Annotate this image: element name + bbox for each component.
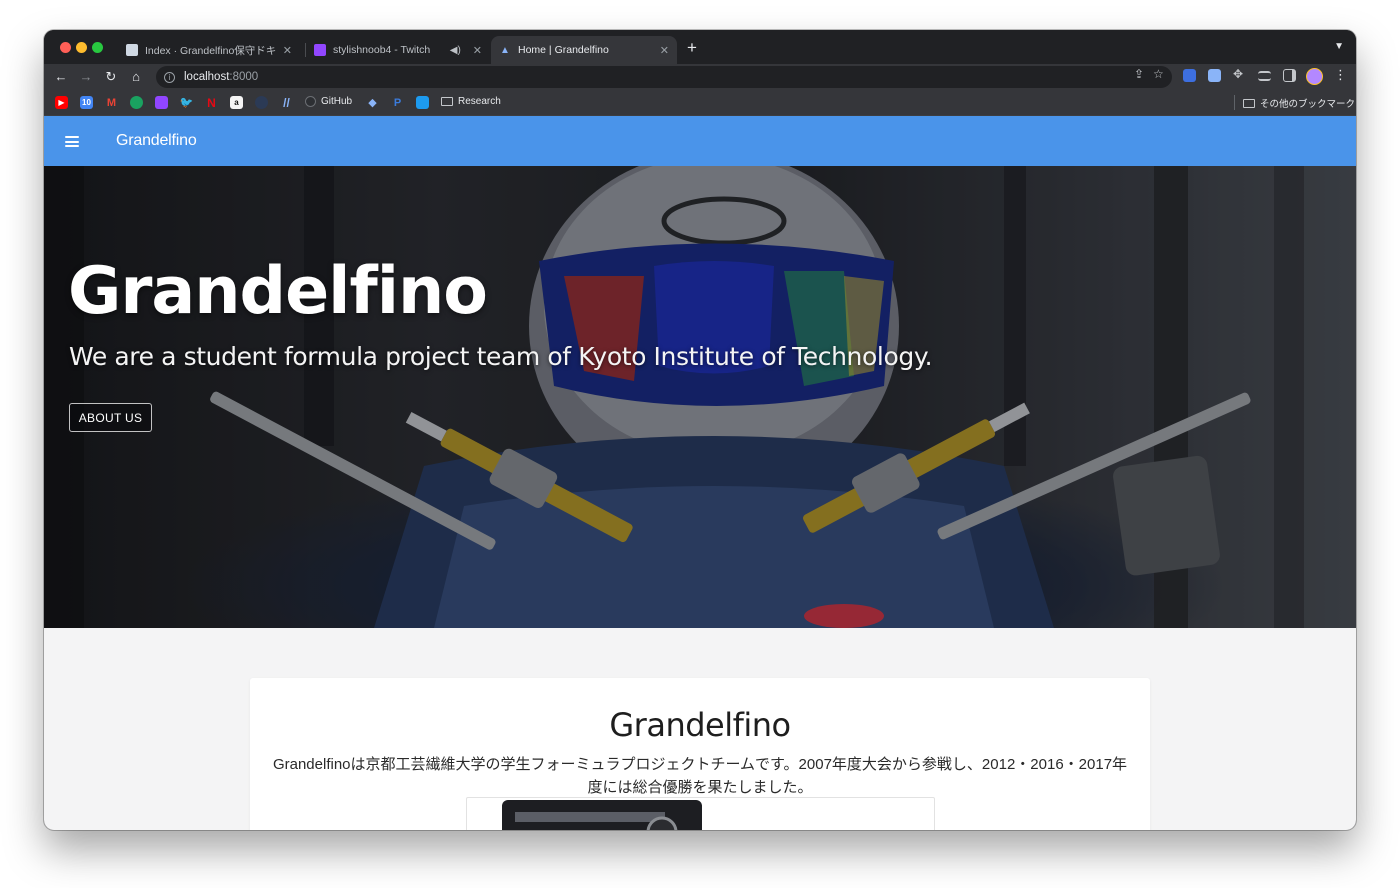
- slash-app-icon[interactable]: //: [280, 96, 293, 110]
- tab-title: stylishnoob4 - Twitch: [333, 44, 431, 56]
- triangle-icon: ▲: [500, 44, 510, 56]
- extension-shield-icon[interactable]: [1183, 69, 1196, 82]
- close-tab-icon[interactable]: ✕: [473, 44, 482, 57]
- netflix-icon[interactable]: N: [205, 96, 218, 110]
- maximize-window-button[interactable]: [92, 42, 103, 53]
- about-us-button[interactable]: ABOUT US: [69, 403, 152, 432]
- profile-avatar[interactable]: [1306, 68, 1323, 85]
- address-bar[interactable]: i localhost:8000 ⇪ ☆: [156, 66, 1172, 88]
- github-icon: [305, 96, 316, 107]
- book-icon: [126, 44, 138, 56]
- share-icon[interactable]: ⇪: [1134, 67, 1144, 81]
- bookmark-research-folder[interactable]: Research: [441, 96, 501, 107]
- tab-twitch[interactable]: stylishnoob4 - Twitch ◀︎) ✕: [306, 36, 490, 64]
- other-bookmarks-label: その他のブックマーク: [1260, 99, 1356, 110]
- hero-title: Grandelfino: [68, 254, 488, 329]
- extension-doc-icon[interactable]: [1208, 69, 1221, 82]
- bookmark-app-icon[interactable]: [255, 96, 268, 109]
- back-icon[interactable]: ←: [52, 68, 70, 86]
- intro-body: Grandelfinoは京都工芸繊維大学の学生フォーミュラプロジェクトチームです…: [272, 756, 1128, 796]
- media-queue-icon[interactable]: [1258, 71, 1271, 81]
- chevron-down-icon[interactable]: ▼: [1334, 41, 1344, 52]
- hero-section: Grandelfino We are a student formula pro…: [44, 166, 1356, 628]
- hero-background-image: [44, 166, 1356, 628]
- gmail-icon[interactable]: M: [105, 96, 118, 109]
- app-bar: Grandelfino: [44, 116, 1356, 166]
- url-host: localhost: [184, 71, 230, 83]
- tab-strip: Index · Grandelfino保守ドキュメ ✕ stylishnoob4…: [44, 30, 1356, 64]
- star-icon[interactable]: ☆: [1153, 67, 1164, 81]
- close-tab-icon[interactable]: ✕: [283, 44, 292, 57]
- close-window-button[interactable]: [60, 42, 71, 53]
- site-info-icon[interactable]: i: [164, 71, 175, 83]
- home-icon[interactable]: ⌂: [127, 68, 145, 86]
- tab-title: Home | Grandelfino: [518, 44, 609, 56]
- amazon-icon[interactable]: a: [230, 96, 243, 109]
- close-tab-icon[interactable]: ✕: [660, 44, 669, 57]
- reload-icon[interactable]: ↻: [102, 68, 120, 86]
- browser-window: Index · Grandelfino保守ドキュメ ✕ stylishnoob4…: [44, 30, 1356, 830]
- calendar-icon[interactable]: 10: [80, 96, 93, 109]
- intro-card: Grandelfino Grandelfinoは京都工芸繊維大学の学生フォーミュ…: [250, 678, 1150, 830]
- url-port: :8000: [229, 71, 259, 83]
- bookmark-github[interactable]: GitHub: [305, 96, 352, 107]
- browser-toolbar: ← → ↻ ⌂ i localhost:8000 ⇪ ☆ ✥ ⋮: [44, 64, 1356, 90]
- twitch-icon: [314, 44, 326, 56]
- car-photo: [502, 800, 702, 830]
- twitter-icon[interactable]: 🐦: [180, 96, 194, 109]
- youtube-icon[interactable]: ▶: [55, 96, 68, 109]
- bookmark-label: GitHub: [321, 96, 353, 107]
- side-panel-icon[interactable]: [1283, 69, 1296, 82]
- puzzle-icon[interactable]: ✥: [1233, 67, 1246, 81]
- folder-icon: [441, 97, 453, 106]
- bookmarks-bar: ▶ 10 M 🐦 N a // GitHub ◆ P Research その他の…: [44, 90, 1356, 116]
- twitch-icon[interactable]: [155, 96, 168, 109]
- folder-icon: [1243, 98, 1255, 108]
- hamburger-menu-icon[interactable]: [65, 136, 79, 147]
- tab-home-grandelfino[interactable]: ▲ Home | Grandelfino ✕: [491, 36, 677, 64]
- diamond-app-icon[interactable]: ◆: [366, 96, 379, 109]
- tab-title: Index · Grandelfino保守ドキュメ: [145, 44, 277, 57]
- paypal-icon[interactable]: P: [391, 96, 404, 109]
- hangouts-icon[interactable]: [130, 96, 143, 109]
- hero-subtitle: We are a student formula project team of…: [69, 342, 933, 371]
- tab-grandelfino-docs[interactable]: Index · Grandelfino保守ドキュメ ✕: [118, 36, 300, 64]
- intro-title: Grandelfino: [609, 706, 791, 744]
- new-tab-button[interactable]: +: [687, 39, 697, 56]
- other-bookmarks-folder[interactable]: その他のブックマーク: [1243, 96, 1355, 110]
- bookmarks-divider: [1234, 95, 1235, 110]
- bookmark-label: Research: [458, 96, 501, 107]
- forward-icon[interactable]: →: [77, 68, 95, 86]
- speaker-icon[interactable]: ◀︎): [450, 45, 461, 56]
- intro-car-image: [466, 797, 935, 830]
- menu-kebab-icon[interactable]: ⋮: [1334, 67, 1347, 83]
- twitter-icon[interactable]: [416, 96, 429, 109]
- web-page: Grandelfino Grandelfino We are a student…: [44, 116, 1356, 830]
- minimize-window-button[interactable]: [76, 42, 87, 53]
- brand-title[interactable]: Grandelfino: [116, 132, 197, 150]
